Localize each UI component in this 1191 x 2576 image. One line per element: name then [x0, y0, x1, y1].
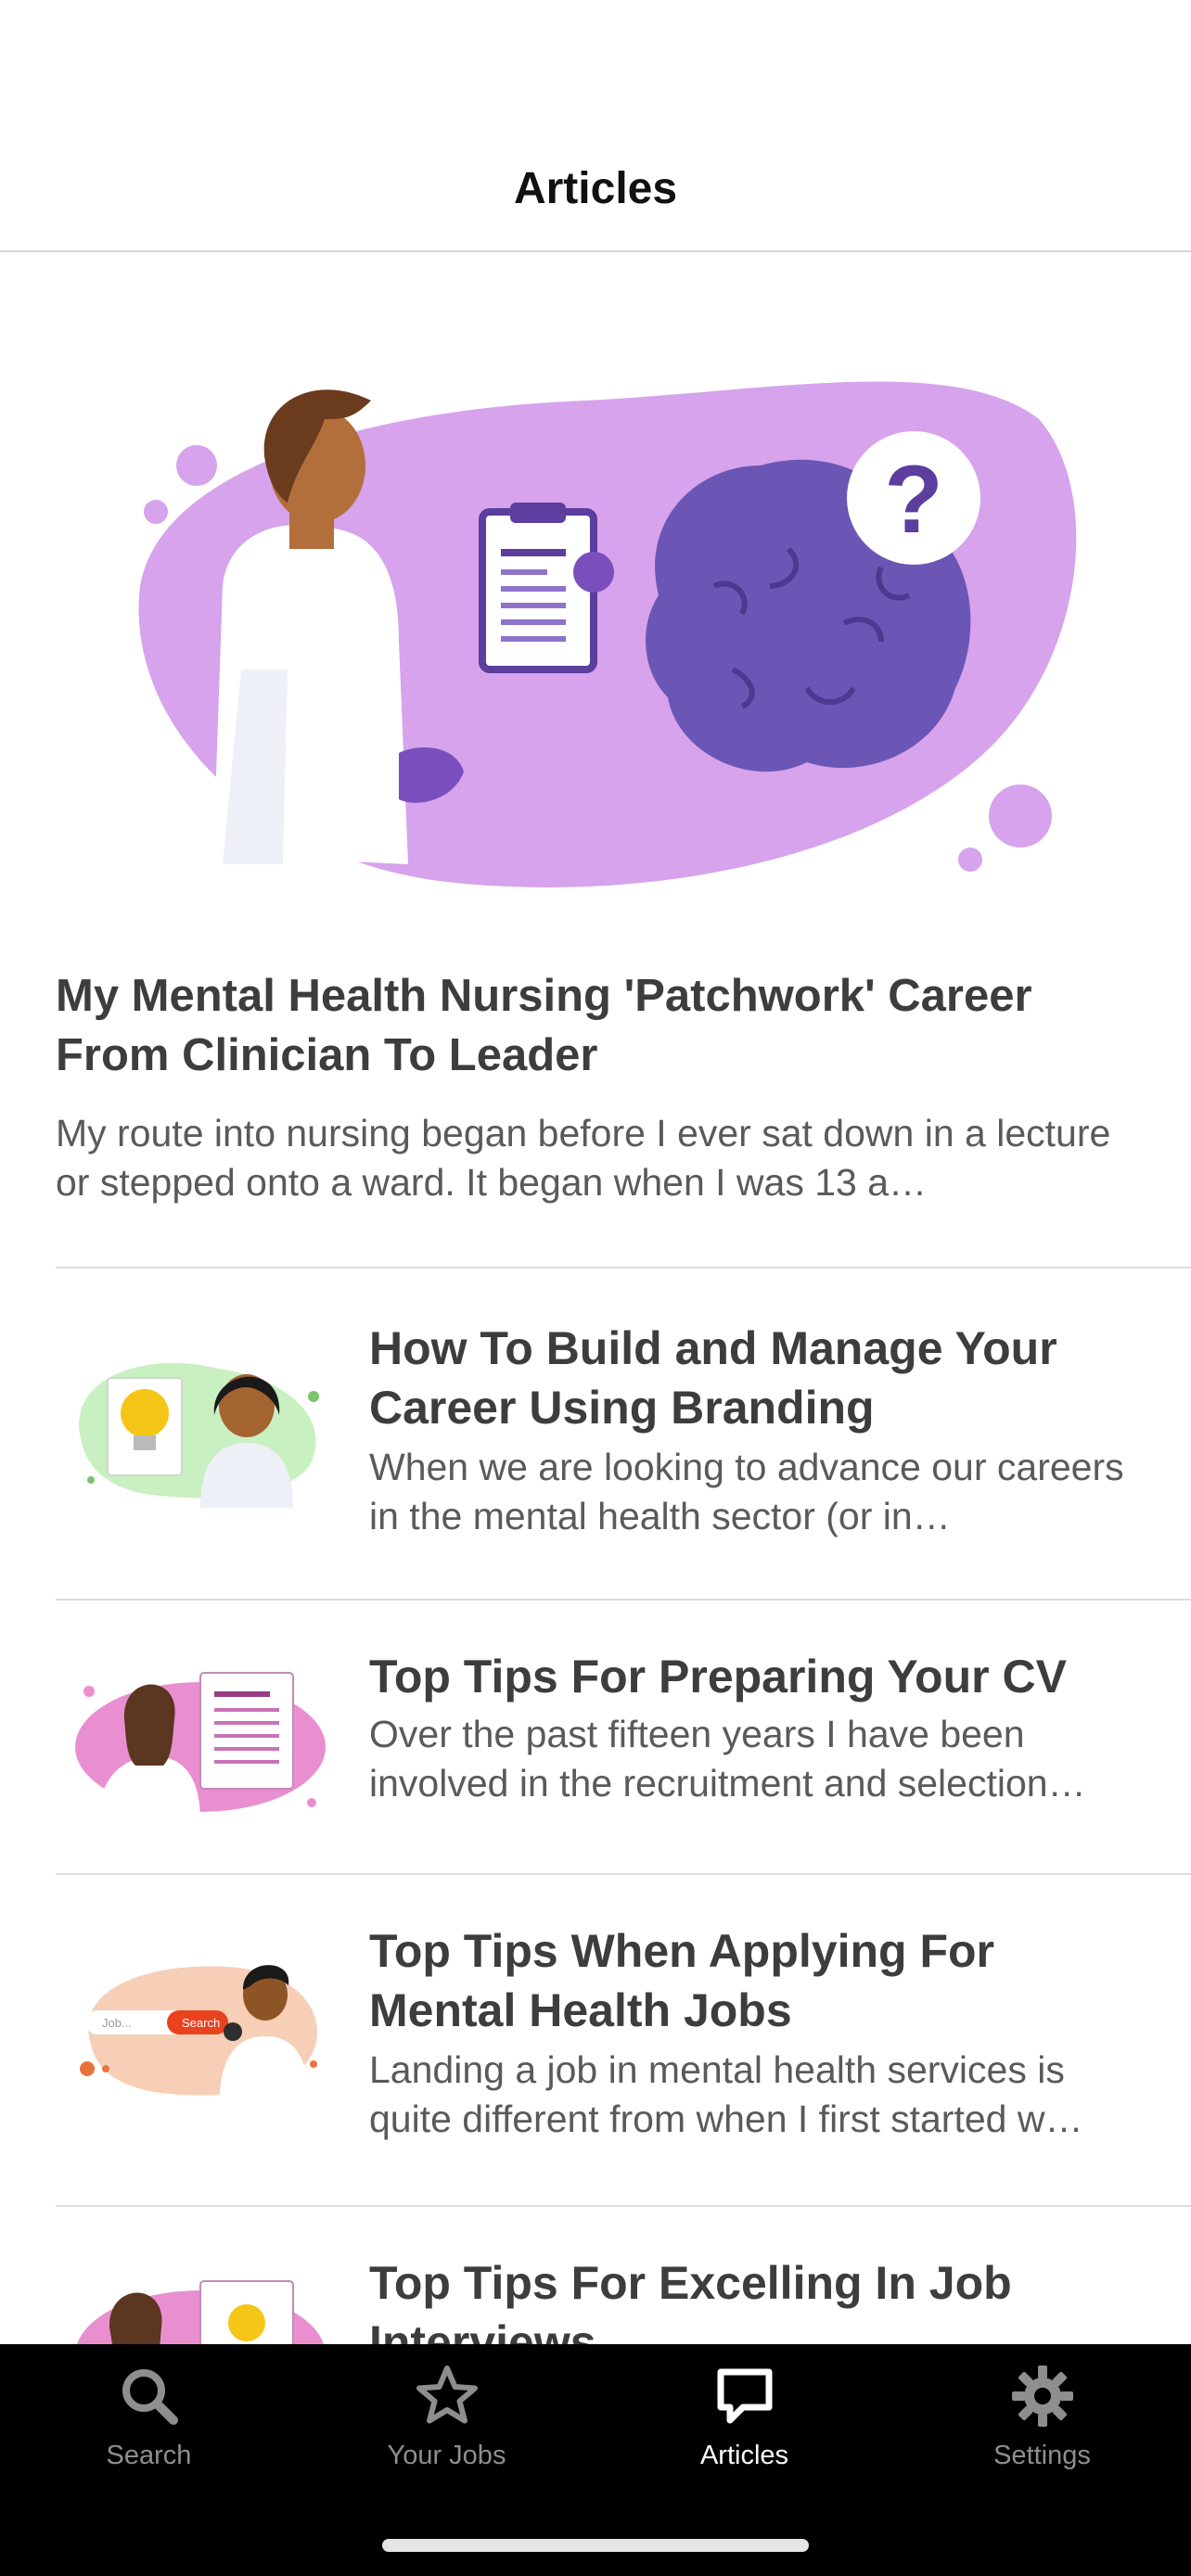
tab-label: Your Jobs [387, 2441, 506, 2470]
tab-your-jobs[interactable]: Your Jobs [298, 2363, 596, 2502]
featured-article-excerpt: My route into nursing began before I eve… [56, 1112, 1111, 1204]
list-item[interactable]: How To Build and Manage Your Career Usin… [0, 1267, 1191, 1599]
star-icon [416, 2366, 478, 2424]
article-title[interactable]: Top Tips For Preparing Your CV [369, 1647, 1148, 1706]
featured-article[interactable]: ? My Mental Health Nursing 'Patchwork' C… [0, 252, 1191, 1267]
cv-document-illustration [75, 1672, 326, 1821]
interview-illustration [77, 2280, 324, 2344]
tab-search[interactable]: Search [0, 2363, 298, 2502]
article-excerpt: Over the past fifteen years I have been … [369, 1713, 1086, 1804]
page-title: Articles [513, 164, 678, 213]
job-search-field-text: Job... [102, 2016, 132, 2030]
featured-article-title[interactable]: My Mental Health Nursing 'Patchwork' Car… [56, 966, 1150, 1085]
article-title[interactable]: Top Tips For Excelling In Job Interviews [369, 2253, 1148, 2344]
doctor-brain-question-illustration: ? [138, 381, 1077, 887]
job-search-illustration: Job... Search [80, 1965, 318, 2111]
home-indicator[interactable] [382, 2539, 809, 2552]
gear-icon [1011, 2366, 1073, 2427]
list-item[interactable]: Job... Search Top Tips When Applying For… [0, 1873, 1191, 2205]
tab-label: Articles [699, 2441, 789, 2470]
tab-label: Settings [993, 2441, 1091, 2470]
articles-list[interactable]: ? My Mental Health Nursing 'Patchwork' C… [0, 252, 1191, 2344]
article-excerpt: When we are looking to advance our caree… [369, 1446, 1124, 1537]
svg-text:?: ? [884, 446, 943, 554]
tab-articles[interactable]: Articles [596, 2363, 893, 2502]
article-excerpt: Landing a job in mental health services … [369, 2048, 1083, 2140]
job-search-button-text: Search [182, 2016, 220, 2030]
lightbulb-branding-illustration [79, 1362, 319, 1508]
chat-bubble-icon [717, 2368, 772, 2424]
tab-settings[interactable]: Settings [893, 2363, 1191, 2502]
article-title[interactable]: How To Build and Manage Your Career Usin… [369, 1319, 1148, 1437]
list-item[interactable]: Top Tips For Excelling In Job Interviews [0, 2205, 1191, 2344]
search-icon [122, 2369, 178, 2425]
tab-label: Search [106, 2441, 192, 2470]
list-item[interactable]: Top Tips For Preparing Your CV Over the … [0, 1599, 1191, 1873]
nav-header: Articles [0, 0, 1191, 252]
article-title[interactable]: Top Tips When Applying For Mental Health… [369, 1921, 1148, 2040]
